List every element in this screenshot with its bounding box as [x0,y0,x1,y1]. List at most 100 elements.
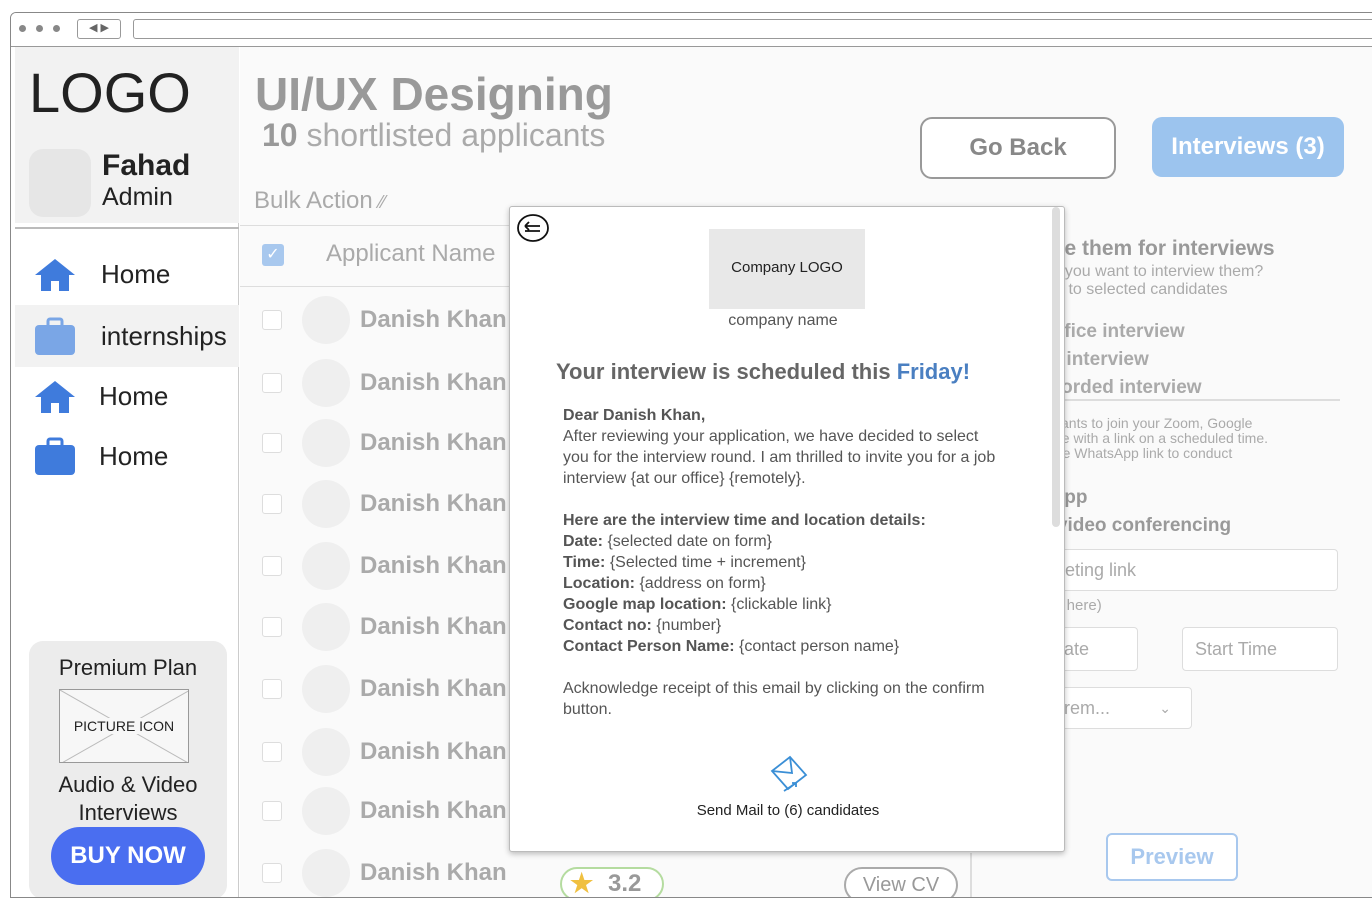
address-bar[interactable] [133,19,1372,39]
applicant-avatar [302,603,350,651]
bulk-action[interactable]: Bulk Action ⁄⁄ [254,187,385,215]
user-name: Fahad [102,149,191,182]
window-control-dot[interactable] [36,25,43,32]
email-greeting: Dear Danish Khan, [563,407,706,424]
applicant-name[interactable]: Danish Khan [360,797,507,825]
applicant-name[interactable]: Danish Khan [360,613,507,641]
go-back-button[interactable]: Go Back [920,117,1116,179]
premium-plan-card: Premium Plan PICTURE ICON Audio & Video … [29,641,227,897]
send-mail-label[interactable]: Send Mail to (6) candidates [510,802,1064,819]
row-checkbox[interactable] [262,310,282,330]
rating-badge: ★ 3.2 [560,867,664,897]
table-row[interactable]: Danish Khan [240,352,530,414]
invite-question-sub: ails to selected candidates [1040,281,1228,298]
window-control-dot[interactable] [19,25,26,32]
row-checkbox[interactable] [262,433,282,453]
sidebar-item-label: internships [101,321,227,351]
note-line: kype with a link on a scheduled time. [1040,430,1269,446]
premium-title: Premium Plan [58,655,198,680]
picture-placeholder: PICTURE ICON [59,689,189,763]
table-header: ✓ Applicant Name [240,225,530,287]
company-name: company name [728,312,838,329]
applicant-name[interactable]: Danish Khan [360,675,507,703]
detail-label: Contact no: [563,617,652,634]
briefcase-icon [35,317,75,355]
divider [970,853,972,897]
row-checkbox[interactable] [262,373,282,393]
window-control-dot[interactable] [53,25,60,32]
table-row[interactable]: Danish Khan [240,780,530,842]
row-checkbox[interactable] [262,617,282,637]
home-icon [35,381,75,413]
detail-label: Contact Person Name: [563,638,735,655]
select-all-checkbox[interactable]: ✓ [262,244,284,266]
premium-subtitle: Audio & Video Interviews [58,772,198,825]
option-video-conferencing[interactable]: d video conferencing [1040,515,1231,537]
applicant-avatar [302,542,350,590]
details-heading: Here are the interview time and location… [563,512,926,529]
applicant-name[interactable]: Danish Khan [360,490,507,518]
view-cv-button[interactable]: View CV [844,867,958,897]
applicant-avatar [302,665,350,713]
sidebar-item-home-3[interactable]: Home [15,425,239,487]
table-row[interactable]: Danish Khan [240,289,530,351]
applicant-avatar [302,787,350,835]
meeting-link-input[interactable]: leeting link [1020,549,1338,591]
applicant-name[interactable]: Danish Khan [360,429,507,457]
applicant-avatar [302,296,350,344]
scrollbar[interactable] [1052,207,1060,527]
interviews-button[interactable]: Interviews (3) [1152,117,1344,177]
company-logo: Company LOGO [709,229,865,309]
detail-contact-no: Contact no: {number} [563,615,1003,636]
applicant-name[interactable]: Danish Khan [360,859,507,887]
sidebar-item-home-2[interactable]: Home [15,365,239,427]
preview-button[interactable]: Preview [1106,833,1238,881]
sidebar-item-label: Home [99,441,169,471]
rating-value: 3.2 [608,870,642,897]
heading-punct: ! [962,359,971,384]
table-row[interactable]: Danish Khan [240,473,530,535]
start-time-input[interactable]: Start Time [1182,627,1338,671]
detail-label: Date: [563,533,604,550]
applicant-avatar [302,419,350,467]
applicant-avatar [302,480,350,528]
detail-time: Time: {Selected time + increment} [563,552,1003,573]
sidebar: LOGO Fahad Admin Home internships Home H… [11,47,239,897]
table-row[interactable]: Danish Khan [240,412,530,474]
table-row[interactable]: Danish Khan [240,535,530,597]
avatar [29,149,91,217]
email-closing: Acknowledge receipt of this email by cli… [563,680,985,718]
sidebar-item-home[interactable]: Home [15,243,239,305]
email-heading: Your interview is scheduled this Friday! [556,359,970,385]
table-row[interactable]: Danish Khan [240,842,530,897]
user-profile[interactable]: Fahad Admin [15,139,239,223]
applicant-name[interactable]: Danish Khan [360,369,507,397]
applicant-name[interactable]: Danish Khan [360,306,507,334]
bulk-action-label: Bulk Action [254,187,373,214]
row-checkbox[interactable] [262,863,282,883]
table-row[interactable]: Danish Khan [240,721,530,783]
row-checkbox[interactable] [262,556,282,576]
applicant-avatar [302,849,350,897]
briefcase-icon [35,437,75,475]
detail-value: {number} [651,617,722,634]
buy-now-button[interactable]: BUY NOW [51,827,205,885]
row-checkbox[interactable] [262,494,282,514]
applicant-avatar [302,359,350,407]
row-checkbox[interactable] [262,742,282,762]
row-checkbox[interactable] [262,679,282,699]
table-row[interactable]: Danish Khan [240,658,530,720]
table-row[interactable]: Danish Khan [240,596,530,658]
back-arrow-icon[interactable] [516,213,550,243]
sidebar-item-label: Home [101,259,171,289]
detail-date: Date: {selected date on form} [563,531,1003,552]
note-line: oose WhatsApp link to conduct [1040,445,1233,461]
back-forward-arrows[interactable]: ◀ ▶ [77,19,121,39]
row-checkbox[interactable] [262,801,282,821]
send-mail-icon[interactable] [766,749,812,797]
sidebar-item-internships[interactable]: internships [15,305,239,367]
applicant-name[interactable]: Danish Khan [360,738,507,766]
detail-contact-person: Contact Person Name: {contact person nam… [563,636,1003,657]
applicant-name[interactable]: Danish Khan [360,552,507,580]
detail-map: Google map location: {clickable link} [563,594,1003,615]
